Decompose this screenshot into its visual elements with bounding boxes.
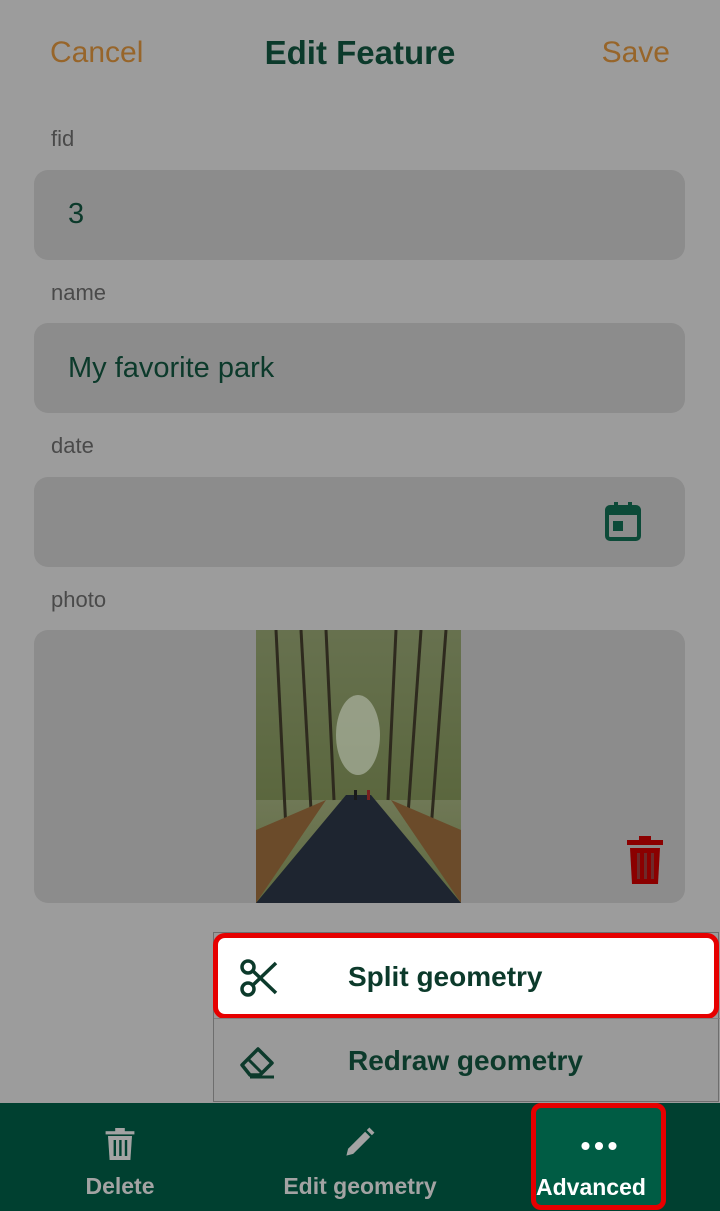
- field-label-name: name: [51, 280, 107, 305]
- photo-field: [34, 630, 685, 903]
- fid-value: 3: [68, 198, 85, 230]
- header: Cancel Edit Feature Save: [0, 0, 720, 108]
- edit-geometry-button[interactable]: Edit geometry: [270, 1103, 450, 1211]
- date-field[interactable]: [34, 477, 685, 567]
- pencil-icon: [346, 1127, 375, 1156]
- advanced-button[interactable]: Advanced: [531, 1103, 666, 1210]
- split-geometry-item[interactable]: Split geometry: [213, 933, 719, 1019]
- delete-label: Delete: [85, 1173, 155, 1199]
- eraser-icon: [240, 1047, 274, 1079]
- name-value: My favorite park: [68, 352, 275, 384]
- redraw-geometry-item[interactable]: Redraw geometry: [214, 1018, 720, 1103]
- edit-geometry-label: Edit geometry: [283, 1173, 437, 1199]
- save-button[interactable]: Save: [602, 36, 670, 70]
- fid-field[interactable]: 3: [34, 170, 685, 260]
- scissors-icon: [240, 959, 278, 997]
- advanced-menu: Split geometry Redraw geometry: [213, 932, 720, 1103]
- calendar-icon[interactable]: [605, 501, 641, 541]
- split-geometry-label: Split geometry: [348, 961, 543, 992]
- redraw-geometry-label: Redraw geometry: [348, 1045, 583, 1076]
- field-label-photo: photo: [51, 587, 107, 612]
- more-dots-icon: [580, 1141, 617, 1151]
- trash-icon: [105, 1128, 135, 1160]
- delete-button[interactable]: Delete: [50, 1103, 190, 1211]
- advanced-label: Advanced: [536, 1174, 646, 1200]
- name-field[interactable]: My favorite park: [34, 323, 685, 413]
- forest-path-photo[interactable]: [256, 630, 461, 903]
- field-label-fid: fid: [51, 126, 75, 151]
- field-label-date: date: [51, 433, 94, 458]
- trash-icon[interactable]: [625, 836, 665, 886]
